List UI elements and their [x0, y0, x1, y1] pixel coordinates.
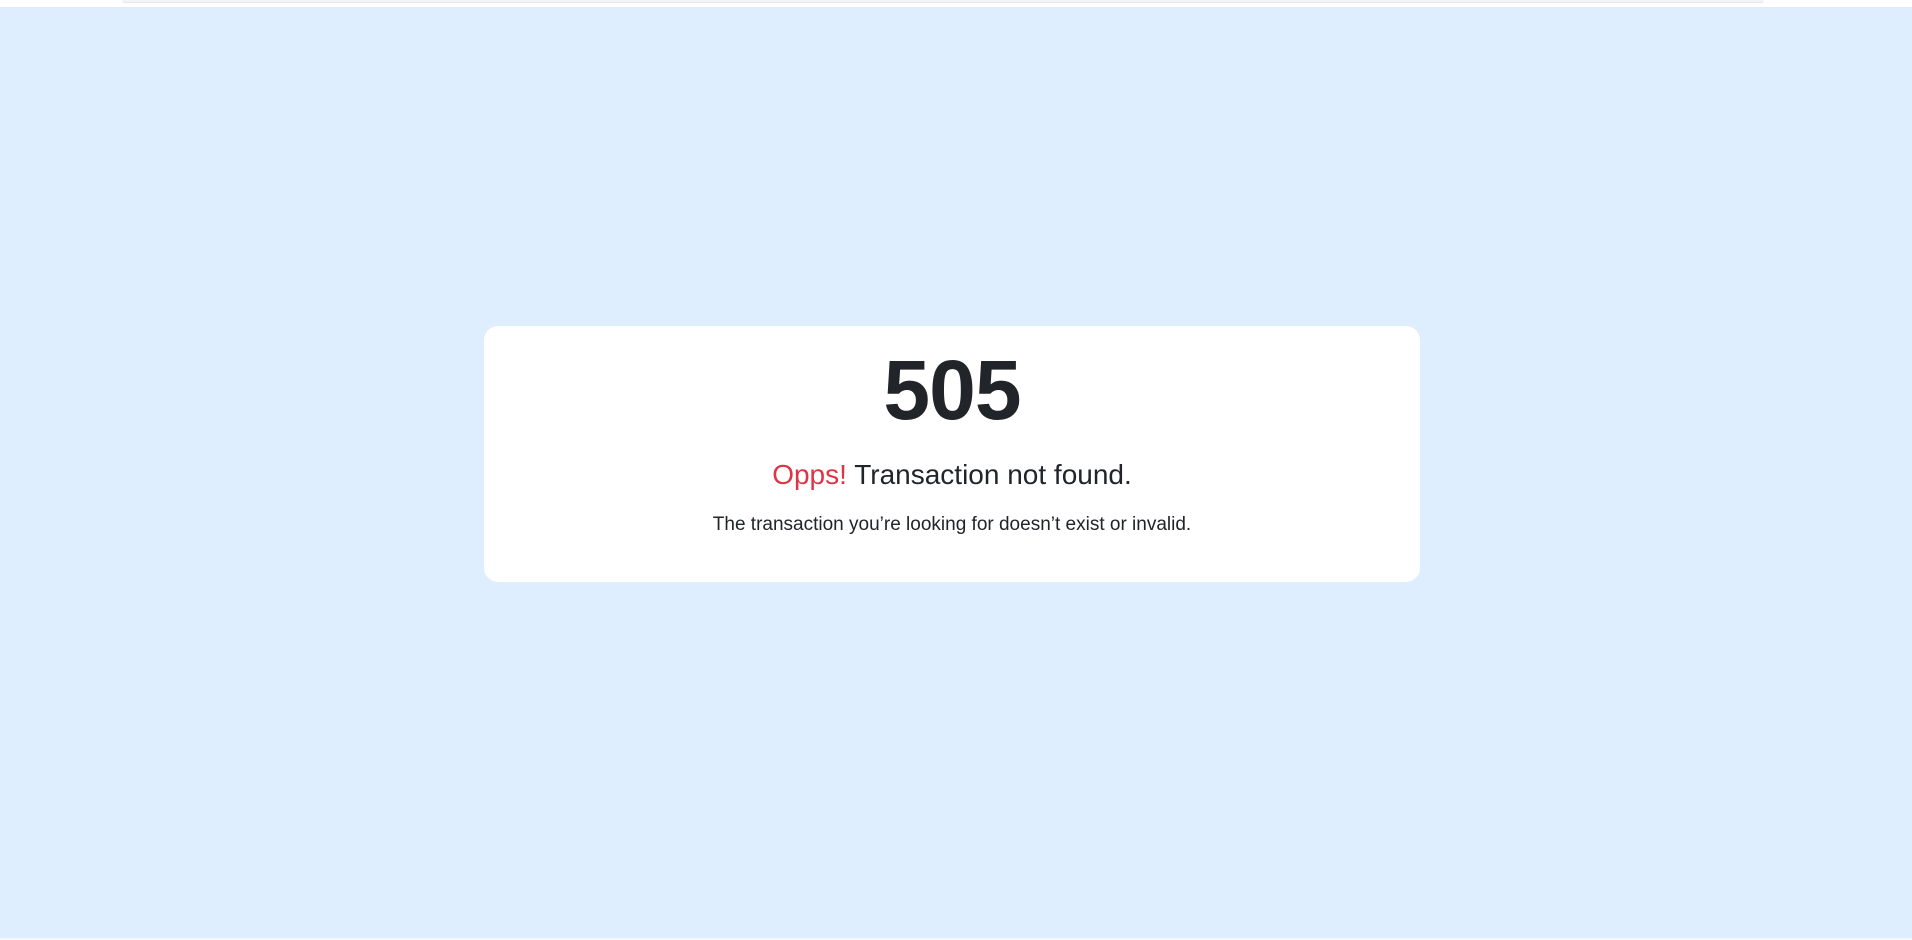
error-message: The transaction you’re looking for doesn…	[712, 513, 1192, 535]
top-navbar-container	[122, 0, 1764, 3]
error-title-text: Transaction not found.	[854, 459, 1132, 490]
error-card: 505 Opps! Transaction not found. The tra…	[484, 326, 1420, 582]
top-navbar-strip	[0, 0, 1912, 8]
error-title: Opps! Transaction not found.	[484, 458, 1420, 492]
error-title-accent: Opps!	[772, 459, 847, 490]
error-code: 505	[883, 343, 1021, 437]
